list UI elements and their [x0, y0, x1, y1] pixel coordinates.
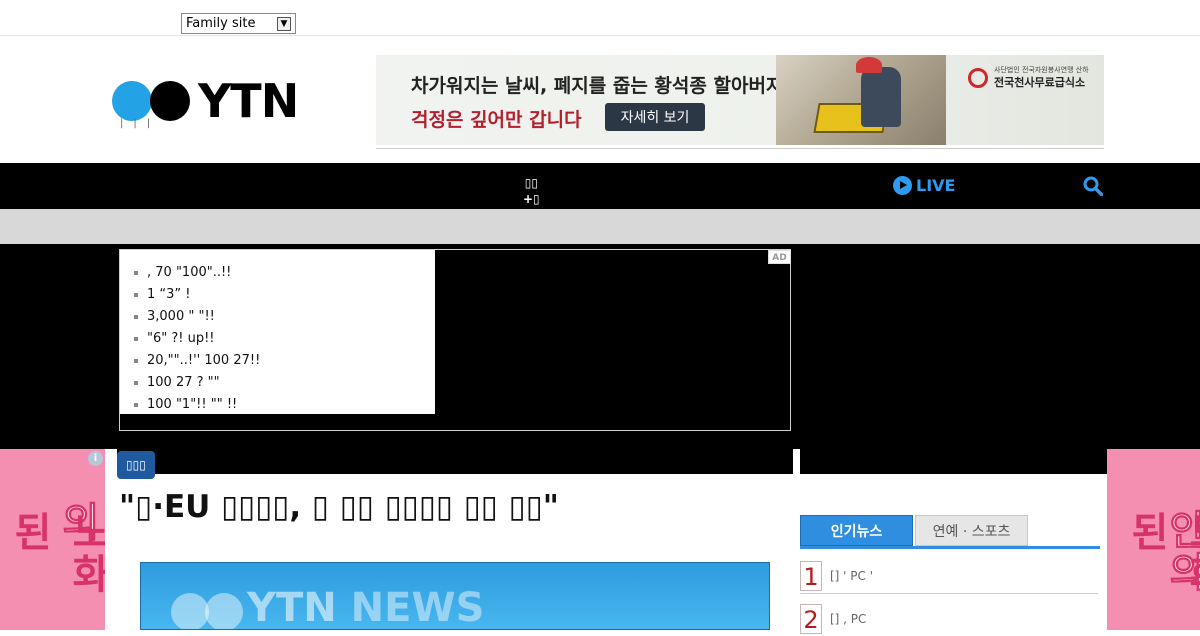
rank-number: 1: [800, 561, 822, 591]
banner-org-name: 전국천사무료급식소: [994, 76, 1086, 89]
info-icon[interactable]: i: [88, 451, 103, 466]
side-ad-left-text-a: 노화된: [6, 511, 105, 595]
ad-link-item[interactable]: 100 27 ? "": [134, 372, 435, 394]
side-ad-left[interactable]: 오늘안의 노화된 i: [0, 449, 105, 630]
ad-link-item[interactable]: "6" ?! up!!: [134, 328, 435, 350]
live-button[interactable]: LIVE: [893, 176, 955, 195]
logo-wordmark: YTN: [198, 74, 299, 128]
ranking-divider: [800, 593, 1098, 594]
banner-headline-1: 차가워지는 날씨, 폐지를 줍는 황석종 할아버지의: [411, 75, 801, 97]
ad-link-text: 1 “3” !: [147, 287, 191, 302]
search-icon[interactable]: [1083, 176, 1103, 196]
rank-title: [] ' PC ': [830, 569, 874, 583]
org-logo-icon: [968, 68, 988, 88]
ad-link-text: 20,""..!'' 100 27!!: [147, 353, 261, 368]
family-site-select[interactable]: Family site ▼: [181, 13, 296, 34]
live-label: LIVE: [916, 176, 956, 195]
top-bar: Family site ▼: [0, 0, 1200, 36]
bullet-icon: [134, 271, 138, 275]
ad-link-text: 3,000 " "!!: [147, 309, 215, 324]
video-brand: YTN NEWS: [247, 585, 485, 630]
ranking-tabs: 인기뉴스 연예 · 스포츠: [800, 515, 1100, 549]
video-logo-dots: [171, 593, 243, 629]
nav-menu-button[interactable]: ▯▯ +▯: [523, 175, 540, 207]
banner-more-button[interactable]: 자세히 보기: [605, 103, 705, 131]
ranking-item[interactable]: 2 [] , PC: [800, 604, 1098, 636]
video-brand-ytn: YTN: [247, 585, 337, 630]
main-nav: ▯▯ +▯ LIVE: [0, 163, 1200, 209]
chevron-down-icon: ▼: [277, 16, 291, 31]
bullet-icon: [134, 359, 138, 363]
side-ad-right-text-a: 노화된: [1123, 511, 1200, 595]
nav-menu-line2: +▯: [523, 192, 540, 206]
tab-popular-news[interactable]: 인기뉴스: [800, 515, 913, 546]
sub-nav-bar: [0, 209, 1200, 244]
ytn-logo[interactable]: YTN |||: [112, 74, 317, 130]
bullet-icon: [134, 293, 138, 297]
video-brand-news: NEWS: [350, 585, 485, 630]
ranking-item[interactable]: 1 [] ' PC ': [800, 561, 1098, 593]
ad-link-text: "6" ?! up!!: [147, 331, 215, 346]
ad-link-item[interactable]: 3,000 " "!!: [134, 306, 435, 328]
banner-cap-image: [856, 57, 882, 73]
side-ad-right[interactable]: 오늘안의 노화된: [1107, 449, 1200, 630]
logo-circle-black: [150, 81, 190, 121]
ad-link-text: , 70 "100"..!!: [147, 265, 232, 280]
nav-menu-line1: ▯▯: [524, 176, 538, 190]
ranking-top-strip: [800, 449, 1107, 474]
bullet-icon: [134, 381, 138, 385]
ad-link-item[interactable]: , 70 "100"..!!: [134, 262, 435, 284]
family-site-label: Family site: [186, 16, 256, 31]
ad-link-item[interactable]: 20,""..!'' 100 27!!: [134, 350, 435, 372]
bullet-icon: [134, 337, 138, 341]
ad-link-text: 100 27 ? "": [147, 375, 220, 390]
logo-ticks: |||: [120, 118, 161, 129]
ad-link-item[interactable]: 100 "1"!! "" !!: [134, 394, 435, 416]
ranking-panel: 인기뉴스 연예 · 스포츠 1 [] ' PC ' 2 [] , PC: [800, 449, 1107, 634]
video-player[interactable]: YTN NEWS: [140, 562, 770, 630]
article-title: "▯·EU ▯▯▯▯, ▯ ▯▯ ▯▯▯▯ ▯▯ ▯▯": [119, 489, 559, 525]
banner-headline-2: 걱정은 깊어만 갑니다: [411, 109, 582, 131]
article-top-strip: [117, 449, 793, 474]
ad-link-item[interactable]: 1 “3” !: [134, 284, 435, 306]
top-banner-ad[interactable]: 차가워지는 날씨, 폐지를 줍는 황석종 할아버지의 걱정은 깊어만 갑니다 자…: [376, 55, 1104, 145]
bullet-icon: [134, 315, 138, 319]
ad-link-text: 100 "1"!! "" !!: [147, 397, 238, 412]
banner-man-image: [861, 67, 901, 127]
play-icon: [893, 176, 912, 195]
banner-divider: [376, 148, 1104, 149]
article-category-badge[interactable]: ▯▯▯: [117, 451, 155, 479]
logo-circle-blue: [112, 81, 152, 121]
ad-link-list: , 70 "100"..!! 1 “3” ! 3,000 " "!! "6" ?…: [120, 250, 435, 414]
rank-title: [] , PC: [830, 612, 867, 626]
article: ▯▯▯ "▯·EU ▯▯▯▯, ▯ ▯▯ ▯▯▯▯ ▯▯ ▯▯" YTN NEW…: [117, 449, 793, 630]
tab-entertainment-sports[interactable]: 연예 · 스포츠: [915, 515, 1028, 546]
ad-badge: AD: [768, 250, 791, 264]
bullet-icon: [134, 403, 138, 407]
